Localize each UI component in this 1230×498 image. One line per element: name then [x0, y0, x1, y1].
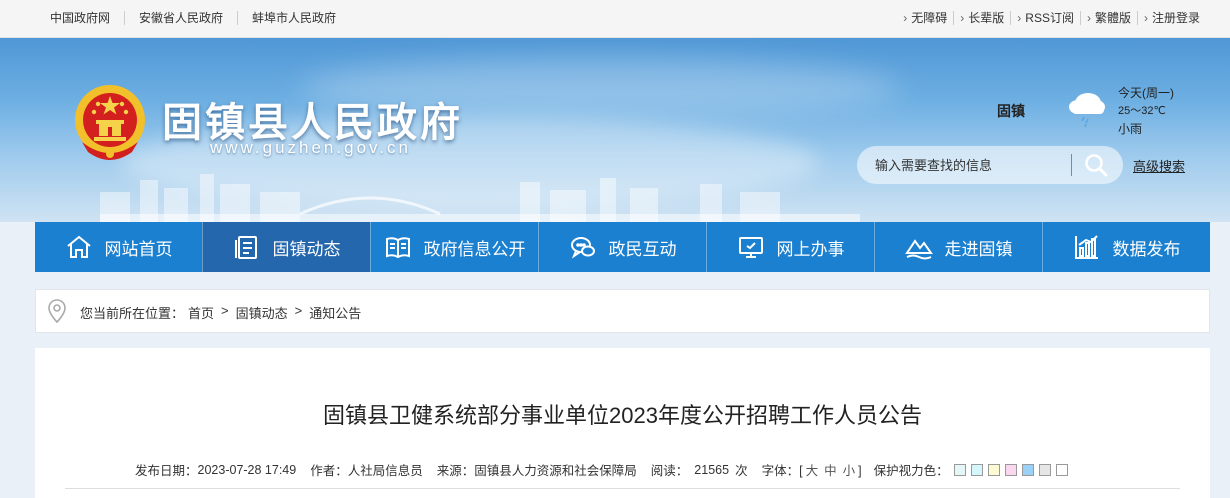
link-anhui-gov[interactable]: 安徽省人民政府 — [124, 11, 237, 25]
monitor-icon — [738, 237, 763, 258]
weather-condition: 小雨 — [1118, 122, 1143, 136]
nav-item-online-service[interactable]: 网上办事 — [706, 222, 874, 272]
chevron-right-icon: › — [1143, 11, 1148, 25]
font-size-small[interactable]: 小 — [843, 464, 856, 478]
eye-color-swatch[interactable] — [1021, 463, 1034, 476]
source: 固镇县人力资源和社会保障局 — [474, 464, 637, 478]
chevron-right-icon: › — [1017, 11, 1022, 25]
chevron-right-icon: › — [960, 11, 965, 25]
main-nav: 网站首页 固镇动态 政府信息公开 政民互动 网上办事 走进固镇 数据发布 — [35, 222, 1210, 272]
chevron-right-icon: › — [1086, 11, 1091, 25]
nav-item-gov-info[interactable]: 政府信息公开 — [370, 222, 538, 272]
chat-icon — [570, 237, 595, 259]
weather-city: 固镇 — [997, 103, 1025, 119]
nav-item-about-guzhen[interactable]: 走进固镇 — [874, 222, 1042, 272]
nav-item-data-release[interactable]: 数据发布 — [1042, 222, 1210, 272]
nav-item-guzhen-news[interactable]: 固镇动态 — [202, 222, 370, 272]
link-rss[interactable]: › RSS订阅 — [1010, 11, 1080, 25]
top-links-left: 中国政府网 安徽省人民政府 蚌埠市人民政府 — [50, 11, 350, 25]
author: 人社局信息员 — [347, 464, 423, 478]
eye-color-swatch[interactable] — [987, 463, 1000, 476]
breadcrumb-prefix: 您当前所在位置： — [80, 306, 185, 321]
nav-item-interaction[interactable]: 政民互动 — [538, 222, 706, 272]
eye-color-swatch[interactable] — [953, 463, 966, 476]
cloud-rain-icon — [1069, 93, 1105, 128]
nav-label: 数据发布 — [1112, 239, 1181, 259]
breadcrumb: 您当前所在位置： 首页 > 固镇动态 > 通知公告 — [35, 289, 1210, 333]
national-emblem-icon — [75, 85, 145, 160]
search-input[interactable] — [875, 155, 1065, 175]
nav-item-home[interactable]: 网站首页 — [35, 222, 202, 272]
top-bar: 中国政府网 安徽省人民政府 蚌埠市人民政府 › 无障碍 › 长辈版 › RSS订阅 ›… — [0, 0, 1230, 38]
eye-color-swatch[interactable] — [1055, 463, 1068, 476]
link-bengbu-gov[interactable]: 蚌埠市人民政府 — [237, 11, 350, 25]
breadcrumb-home[interactable]: 首页 — [188, 303, 214, 322]
chevron-right-icon: › — [903, 11, 908, 25]
landscape-icon — [904, 239, 933, 260]
link-login[interactable]: › 注册登录 — [1136, 11, 1206, 25]
nav-label: 政府信息公开 — [423, 239, 526, 259]
article-meta: 发布日期： 2023-07-28 17:49 作者： 人社局信息员 来源： 固镇… — [135, 460, 1068, 479]
font-size-large[interactable]: 大 — [806, 464, 819, 478]
eye-color-swatch[interactable] — [970, 463, 983, 476]
publish-date: 2023-07-28 17:49 — [197, 462, 297, 477]
book-icon — [385, 237, 410, 259]
author-label: 作者： — [310, 464, 348, 478]
bar-chart-icon — [1074, 235, 1098, 259]
nav-label: 走进固镇 — [944, 239, 1013, 259]
link-china-gov[interactable]: 中国政府网 — [50, 11, 124, 25]
read-unit: 次 — [735, 464, 748, 478]
font-size-controls: [大中小] — [799, 464, 862, 478]
font-size-medium[interactable]: 中 — [824, 464, 837, 478]
search-box — [857, 146, 1123, 184]
weather-temp: 25～32℃ — [1118, 105, 1166, 117]
link-traditional[interactable]: › 繁體版 — [1079, 11, 1137, 25]
document-icon — [234, 236, 257, 259]
read-count: 21565 — [694, 462, 730, 477]
reads-label: 阅读： — [650, 464, 689, 478]
header-banner: 固镇县人民政府 www.guzhen.gov.cn 固镇 今天(周一) 25～3… — [0, 38, 1230, 222]
breadcrumb-guzhen-news[interactable]: 固镇动态 — [236, 303, 288, 322]
nav-label: 固镇动态 — [272, 239, 341, 259]
weather-info: 今天(周一) 25～32℃ 小雨 — [1118, 84, 1174, 138]
link-elder-version[interactable]: › 长辈版 — [953, 11, 1010, 25]
eye-color-swatch[interactable] — [1038, 463, 1051, 476]
home-icon — [66, 235, 91, 258]
location-pin-icon — [48, 299, 66, 323]
breadcrumb-notices[interactable]: 通知公告 — [309, 303, 361, 322]
weather-day: 今天(周一) — [1118, 86, 1174, 100]
font-size-label: 字体： — [761, 464, 800, 478]
search-divider — [1071, 154, 1072, 176]
link-accessibility[interactable]: › 无障碍 — [897, 11, 953, 25]
divider — [65, 488, 1180, 489]
nav-label: 政民互动 — [608, 239, 677, 259]
eye-color-swatch[interactable] — [1004, 463, 1017, 476]
advanced-search-link[interactable]: 高级搜索 — [1133, 156, 1185, 175]
top-links-right: › 无障碍 › 长辈版 › RSS订阅 › 繁體版 › 注册登录 — [897, 11, 1206, 25]
site-url: www.guzhen.gov.cn — [210, 138, 411, 157]
publish-date-label: 发布日期： — [135, 464, 198, 478]
search-icon[interactable] — [1083, 152, 1109, 178]
breadcrumb-separator: > — [221, 303, 229, 318]
city-skyline-image — [100, 174, 860, 222]
eye-care-label: 保护视力色： — [873, 464, 949, 478]
article-title: 固镇县卫健系统部分事业单位2023年度公开招聘工作人员公告 — [323, 403, 922, 428]
article-panel: 固镇县卫健系统部分事业单位2023年度公开招聘工作人员公告 发布日期： 2023… — [35, 348, 1210, 498]
breadcrumb-trail: 您当前所在位置： 首页 > 固镇动态 > 通知公告 — [80, 303, 361, 322]
nav-label: 网站首页 — [104, 239, 173, 259]
source-label: 来源： — [436, 464, 475, 478]
breadcrumb-separator: > — [294, 303, 303, 318]
nav-label: 网上办事 — [776, 239, 845, 259]
